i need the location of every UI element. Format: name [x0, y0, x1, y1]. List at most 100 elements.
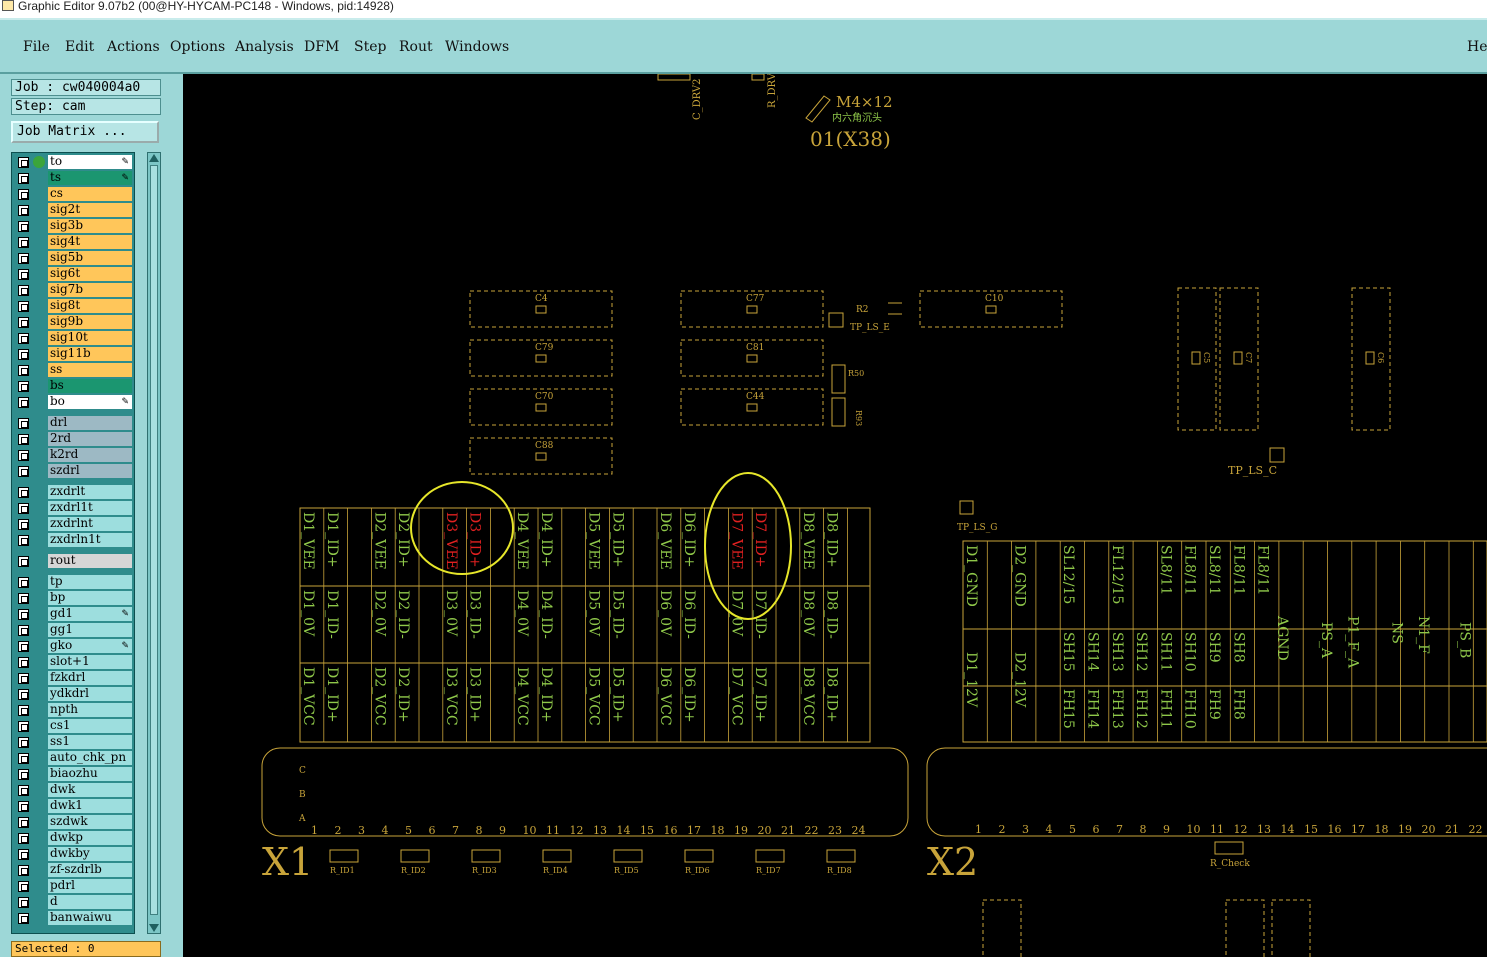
layer-checkbox[interactable]	[18, 519, 29, 530]
layer-checkbox[interactable]	[18, 556, 29, 567]
layer-checkbox[interactable]	[18, 237, 29, 248]
layer-checkbox[interactable]	[18, 397, 29, 408]
layer-name[interactable]: bs	[48, 379, 132, 393]
layer-row-gd1[interactable]: gd1 ✎	[12, 607, 134, 622]
layer-name[interactable]: dwk1	[48, 799, 132, 813]
layer-row-zxdrlnt[interactable]: zxdrlnt	[12, 517, 134, 532]
layer-row-gko[interactable]: gko ✎	[12, 639, 134, 654]
layer-checkbox[interactable]	[18, 641, 29, 652]
layer-row-d[interactable]: d	[12, 895, 134, 910]
layer-row-sig5b[interactable]: sig5b	[12, 251, 134, 266]
layer-name[interactable]: auto_chk_pn	[48, 751, 132, 765]
layer-row-dwk[interactable]: dwk	[12, 783, 134, 798]
layer-name[interactable]: cs	[48, 187, 132, 201]
layer-name[interactable]: bp	[48, 591, 132, 605]
scroll-up-icon[interactable]	[149, 154, 159, 162]
layer-checkbox[interactable]	[18, 689, 29, 700]
menu-options[interactable]: Options	[170, 39, 225, 55]
layer-name[interactable]: zxdrln1t	[48, 533, 132, 547]
menu-rout[interactable]: Rout	[399, 39, 433, 55]
layer-name[interactable]: zxdrlnt	[48, 517, 132, 531]
layer-row-dwk1[interactable]: dwk1	[12, 799, 134, 814]
layer-name[interactable]: dwk	[48, 783, 132, 797]
layer-checkbox[interactable]	[18, 657, 29, 668]
layer-row-tp[interactable]: tp	[12, 575, 134, 590]
menu-actions[interactable]: Actions	[107, 39, 160, 55]
layer-name[interactable]: cs1	[48, 719, 132, 733]
layer-name[interactable]: sig7b	[48, 283, 132, 297]
layer-name[interactable]: sig11b	[48, 347, 132, 361]
layer-row-cs[interactable]: cs	[12, 187, 134, 202]
layer-row-slot-1[interactable]: slot+1	[12, 655, 134, 670]
layer-checkbox[interactable]	[18, 609, 29, 620]
layer-row-ydkdrl[interactable]: ydkdrl	[12, 687, 134, 702]
layer-checkbox[interactable]	[18, 173, 29, 184]
layer-name[interactable]: sig9b	[48, 315, 132, 329]
layer-name[interactable]: gko ✎	[48, 639, 132, 653]
layer-checkbox[interactable]	[18, 317, 29, 328]
menu-file[interactable]: File	[23, 39, 50, 55]
layer-row-auto-chk-pn[interactable]: auto_chk_pn	[12, 751, 134, 766]
layer-row-sig10t[interactable]: sig10t	[12, 331, 134, 346]
layer-checkbox[interactable]	[18, 753, 29, 764]
layer-row-szdwk[interactable]: szdwk	[12, 815, 134, 830]
layer-name[interactable]: rout	[48, 554, 132, 568]
layer-row-sig7b[interactable]: sig7b	[12, 283, 134, 298]
layer-row-sig9b[interactable]: sig9b	[12, 315, 134, 330]
layer-name[interactable]: tp	[48, 575, 132, 589]
layer-checkbox[interactable]	[18, 785, 29, 796]
layer-checkbox[interactable]	[18, 705, 29, 716]
layer-checkbox[interactable]	[18, 801, 29, 812]
menu-edit[interactable]: Edit	[65, 39, 94, 55]
layer-row-banwaiwu[interactable]: banwaiwu	[12, 911, 134, 926]
layer-name[interactable]: pdrl	[48, 879, 132, 893]
layer-checkbox[interactable]	[18, 593, 29, 604]
menu-windows[interactable]: Windows	[445, 39, 509, 55]
layer-name[interactable]: sig5b	[48, 251, 132, 265]
job-matrix-button[interactable]: Job Matrix ...	[11, 121, 159, 143]
menu-help[interactable]: Hel	[1467, 39, 1487, 55]
layer-checkbox[interactable]	[18, 349, 29, 360]
layer-checkbox[interactable]	[18, 721, 29, 732]
layer-name[interactable]: 2rd	[48, 432, 132, 446]
layer-checkbox[interactable]	[18, 157, 29, 168]
layer-name[interactable]: sig10t	[48, 331, 132, 345]
menu-step[interactable]: Step	[354, 39, 386, 55]
layer-name[interactable]: dwkby	[48, 847, 132, 861]
layer-checkbox[interactable]	[18, 503, 29, 514]
layer-checkbox[interactable]	[18, 577, 29, 588]
layer-checkbox[interactable]	[18, 673, 29, 684]
layer-name[interactable]: sig6t	[48, 267, 132, 281]
scroll-down-icon[interactable]	[149, 924, 159, 932]
layer-name[interactable]: biaozhu	[48, 767, 132, 781]
layer-name[interactable]: ss	[48, 363, 132, 377]
layer-name[interactable]: sig2t	[48, 203, 132, 217]
layer-row-fzkdrl[interactable]: fzkdrl	[12, 671, 134, 686]
layer-row-zf-szdrlb[interactable]: zf-szdrlb	[12, 863, 134, 878]
layer-name[interactable]: sig8t	[48, 299, 132, 313]
layer-row-dwkp[interactable]: dwkp	[12, 831, 134, 846]
layer-name[interactable]: zxdrlt	[48, 485, 132, 499]
layer-checkbox[interactable]	[18, 269, 29, 280]
layer-row-k2rd[interactable]: k2rd	[12, 448, 134, 463]
layer-row-biaozhu[interactable]: biaozhu	[12, 767, 134, 782]
layer-checkbox[interactable]	[18, 205, 29, 216]
layer-checkbox[interactable]	[18, 865, 29, 876]
layer-name[interactable]: npth	[48, 703, 132, 717]
layer-name[interactable]: szdrl	[48, 464, 132, 478]
layer-row-npth[interactable]: npth	[12, 703, 134, 718]
layer-name[interactable]: zxdrl1t	[48, 501, 132, 515]
layer-name[interactable]: fzkdrl	[48, 671, 132, 685]
layer-row-cs1[interactable]: cs1	[12, 719, 134, 734]
layer-checkbox[interactable]	[18, 466, 29, 477]
layer-checkbox[interactable]	[18, 301, 29, 312]
layer-name[interactable]: slot+1	[48, 655, 132, 669]
layer-row-sig3b[interactable]: sig3b	[12, 219, 134, 234]
layer-checkbox[interactable]	[18, 817, 29, 828]
layer-checkbox[interactable]	[18, 881, 29, 892]
graphic-canvas[interactable]: C_DRV2 R_DRV M4×12 内六角沉头 01(X38) C4 C79 C70 C88 C…	[183, 74, 1487, 957]
layer-name[interactable]: to ✎	[48, 155, 132, 169]
layer-checkbox[interactable]	[18, 487, 29, 498]
layer-name[interactable]: gd1 ✎	[48, 607, 132, 621]
layer-checkbox[interactable]	[18, 625, 29, 636]
